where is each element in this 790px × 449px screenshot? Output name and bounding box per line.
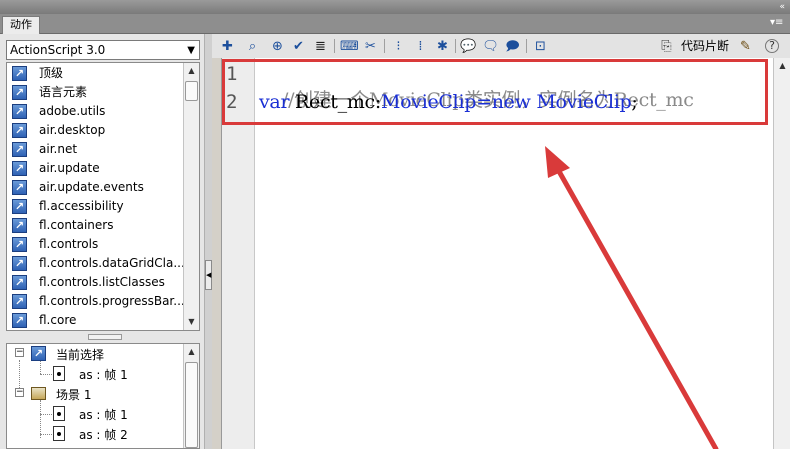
- package-icon: ↗: [12, 237, 27, 252]
- panel-menu-icon[interactable]: ▾≡: [770, 17, 784, 29]
- list-item[interactable]: ↗ fl.controls.dataGridCla...: [7, 254, 185, 273]
- scroll-thumb[interactable]: [185, 362, 198, 448]
- panel-titlebar[interactable]: «: [0, 0, 790, 14]
- collapse-between-braces-icon[interactable]: ⁝: [390, 38, 407, 55]
- chevron-down-icon: ▼: [187, 45, 195, 56]
- package-icon: ↗: [12, 275, 27, 290]
- collapse-toggle[interactable]: −: [15, 348, 24, 357]
- list-item[interactable]: ↗ air.update: [7, 159, 185, 178]
- package-icon: ↗: [12, 142, 27, 157]
- list-item[interactable]: ↗ fl.accessibility: [7, 197, 185, 216]
- apply-line-comment-icon[interactable]: 🗨: [482, 38, 499, 55]
- panel-divider[interactable]: ◀: [204, 34, 212, 449]
- package-icon: ↗: [12, 256, 27, 271]
- list-item[interactable]: ↗ fl.controls.listClasses: [7, 273, 185, 292]
- package-icon: ↗: [12, 180, 27, 195]
- frame-icon: [53, 426, 65, 441]
- collapse-icon[interactable]: «: [779, 2, 784, 12]
- list-item[interactable]: ↗ fl.controls.progressBar...: [7, 292, 185, 311]
- package-icon: ↗: [12, 66, 27, 81]
- package-icon: ↗: [12, 294, 27, 309]
- package-icon: ↗: [12, 313, 27, 328]
- scene-icon: [31, 387, 46, 400]
- package-icon: ↗: [12, 123, 27, 138]
- check-syntax-icon[interactable]: ✔: [290, 38, 307, 55]
- highlight-box: [222, 59, 768, 125]
- package-list[interactable]: ↗ 顶级 ↗ 语言元素 ↗ adobe.utils ↗ air.desktop ↗ air…: [6, 62, 200, 331]
- package-icon: ↗: [12, 161, 27, 176]
- tree-item-frame[interactable]: as : 帧 2: [7, 424, 185, 444]
- actions-toolbox: ActionScript 3.0 ▼ ↗ 顶级 ↗ 语言元素 ↗ adobe.util…: [0, 34, 204, 449]
- collapse-toggle[interactable]: −: [15, 388, 24, 397]
- auto-format-icon[interactable]: ≣: [312, 38, 329, 55]
- list-item[interactable]: ↗ air.desktop: [7, 121, 185, 140]
- tab-actions[interactable]: 动作: [2, 16, 40, 34]
- scroll-up-icon[interactable]: ▲: [185, 64, 198, 78]
- debug-options-icon[interactable]: ✂: [362, 38, 379, 55]
- frame-icon: [53, 406, 65, 421]
- scroll-up-icon[interactable]: ▲: [185, 345, 198, 359]
- help-icon[interactable]: ?: [765, 39, 779, 53]
- show-toolbox-icon[interactable]: ⊡: [532, 38, 549, 55]
- tree-item-frame[interactable]: as : 帧 1: [7, 404, 185, 424]
- collapse-pane-icon[interactable]: ◀: [205, 260, 212, 290]
- frame-icon: [53, 366, 65, 381]
- package-icon: ↗: [12, 199, 27, 214]
- list-scrollbar[interactable]: ▲ ▼: [183, 63, 199, 330]
- splitter-grip[interactable]: [88, 334, 122, 340]
- pane-splitter[interactable]: [6, 333, 200, 341]
- list-item[interactable]: ↗ air.net: [7, 140, 185, 159]
- editor-scrollbar[interactable]: ▲: [773, 58, 790, 449]
- apply-block-comment-icon[interactable]: 💬: [460, 38, 477, 55]
- tree-scrollbar[interactable]: ▲: [183, 344, 199, 448]
- list-item[interactable]: ↗ fl.containers: [7, 216, 185, 235]
- package-icon: ↗: [12, 85, 27, 100]
- package-icon: ↗: [12, 104, 27, 119]
- list-item[interactable]: ↗ fl.controls: [7, 235, 185, 254]
- list-item[interactable]: ↗ fl.core: [7, 311, 185, 330]
- editor-toolbar: ✚ ⌕ ⊕ ✔ ≣ ⌨ ✂ ⁝ ⁞ ✱ 💬 🗨 🗩 ⊡ ⎘ 代码片断 ✎ ?: [212, 34, 790, 58]
- remove-comment-icon[interactable]: 🗩: [504, 38, 521, 55]
- tree-item-frame[interactable]: as : 帧 1: [7, 364, 185, 384]
- script-navigator[interactable]: − ↗ 当前选择 as : 帧 1 − 场景 1 as : 帧 1 as : 帧…: [6, 343, 200, 449]
- tree-item-current-selection[interactable]: − ↗ 当前选择: [7, 344, 185, 364]
- expand-all-icon[interactable]: ✱: [434, 38, 451, 55]
- code-hint-icon[interactable]: ⌨: [340, 38, 359, 55]
- selection-icon: ↗: [31, 346, 46, 361]
- list-item[interactable]: ↗ 语言元素: [7, 83, 185, 102]
- target-path-icon[interactable]: ⊕: [269, 38, 286, 55]
- panel-tab-row: 动作 ▾≡: [0, 14, 790, 34]
- tree-item-scene[interactable]: − 场景 1: [7, 384, 185, 404]
- code-snippets-icon[interactable]: ⎘: [658, 38, 675, 55]
- actionscript-version-value: ActionScript 3.0: [10, 43, 106, 57]
- find-icon[interactable]: ⌕: [244, 38, 261, 55]
- add-item-icon[interactable]: ✚: [219, 38, 236, 55]
- code-snippets-label[interactable]: 代码片断: [681, 38, 729, 55]
- list-item[interactable]: ↗ 顶级: [7, 64, 185, 83]
- scroll-thumb[interactable]: [185, 81, 198, 101]
- actionscript-version-select[interactable]: ActionScript 3.0 ▼: [6, 40, 200, 60]
- collapse-selection-icon[interactable]: ⁞: [412, 38, 429, 55]
- package-icon: ↗: [12, 218, 27, 233]
- list-item[interactable]: ↗ adobe.utils: [7, 102, 185, 121]
- scroll-down-icon[interactable]: ▼: [185, 315, 198, 329]
- scroll-up-icon[interactable]: ▲: [776, 59, 789, 73]
- wand-icon[interactable]: ✎: [737, 38, 754, 55]
- list-item[interactable]: ↗ air.update.events: [7, 178, 185, 197]
